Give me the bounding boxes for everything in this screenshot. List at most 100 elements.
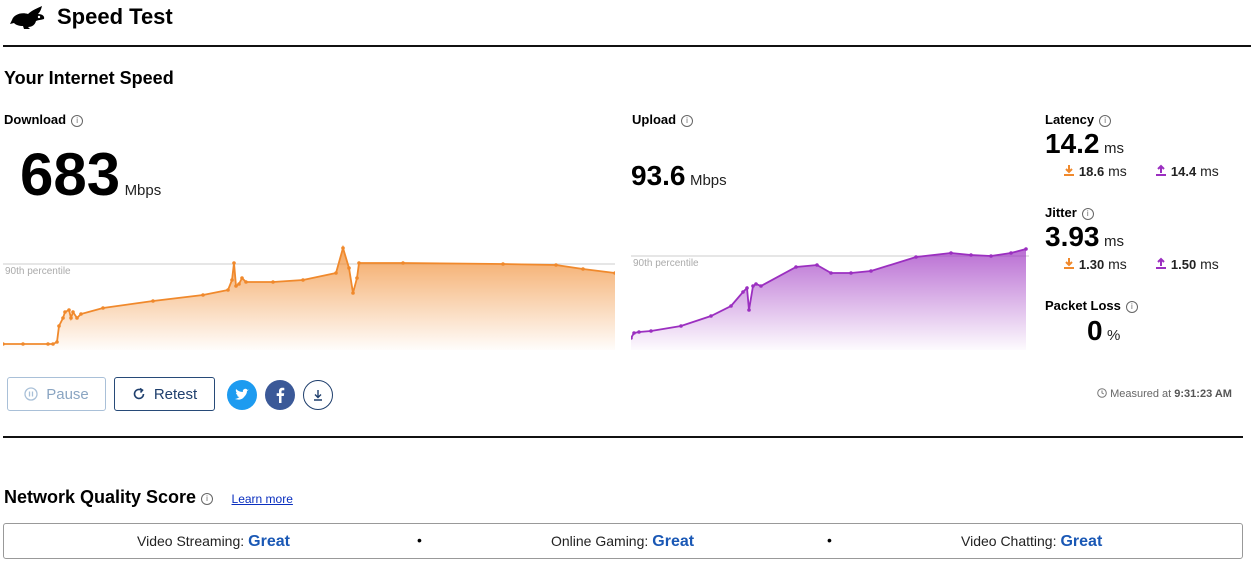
latency-up-value: 14.4 <box>1170 164 1197 179</box>
download-results-button[interactable] <box>303 380 333 410</box>
download-arrow-icon <box>1064 258 1074 269</box>
chart-point <box>234 284 238 288</box>
latency-down-unit: ms <box>1108 163 1127 179</box>
network-quality-header: Network Quality Score i Learn more <box>4 487 293 508</box>
chart-point <box>729 304 733 308</box>
upload-percentile-label: 90th percentile <box>633 258 699 269</box>
section-divider <box>3 436 1243 438</box>
pause-icon <box>24 387 38 401</box>
quality-label: Video Streaming: <box>137 533 245 549</box>
download-readout: 683 Mbps <box>20 140 161 209</box>
chart-point <box>1024 247 1028 251</box>
chart-point <box>581 267 585 271</box>
latency-up-unit: ms <box>1200 163 1219 179</box>
chart-point <box>237 282 241 286</box>
chart-point <box>61 316 65 320</box>
rabbit-logo-icon <box>10 6 45 29</box>
info-icon[interactable]: i <box>201 492 214 505</box>
packet-loss-label-row: Packet Loss i <box>1045 298 1138 313</box>
chart-point <box>79 312 83 316</box>
chart-point <box>230 278 234 282</box>
chart-point <box>351 291 355 295</box>
video-streaming-score: Video Streaming: Great <box>137 533 290 551</box>
info-icon[interactable]: i <box>1125 300 1138 313</box>
chart-point <box>815 263 819 267</box>
upload-label: Upload <box>632 112 677 127</box>
chart-point <box>632 331 636 335</box>
chart-point <box>347 266 351 270</box>
chart-point <box>1009 251 1013 255</box>
info-icon[interactable]: i <box>71 114 84 127</box>
chart-point <box>754 282 758 286</box>
info-icon[interactable]: i <box>1099 114 1112 127</box>
download-value: 683 <box>20 141 121 208</box>
measured-prefix: Measured at <box>1110 388 1172 400</box>
chart-point <box>357 261 361 265</box>
chart-point <box>57 324 61 328</box>
network-quality-box: Video Streaming: Great • Online Gaming: Gr… <box>3 523 1243 559</box>
chart-point <box>401 261 405 265</box>
quality-label: Online Gaming: <box>551 533 649 549</box>
latency-value: 14.2 <box>1045 128 1100 159</box>
learn-more-link[interactable]: Learn more <box>232 492 293 506</box>
download-percentile-label: 90th percentile <box>5 266 71 277</box>
chart-point <box>151 299 155 303</box>
latency-up: 14.4 ms <box>1155 163 1219 179</box>
chart-point <box>71 310 75 314</box>
chart-point <box>794 265 798 269</box>
jitter-unit: ms <box>1103 233 1124 250</box>
chart-point <box>226 288 230 292</box>
chart-point <box>240 276 244 280</box>
chart-point <box>201 293 205 297</box>
twitter-icon <box>235 388 249 400</box>
latency-readout: 14.2 ms <box>1045 128 1124 160</box>
quality-value: Great <box>248 533 290 550</box>
latency-down-value: 18.6 <box>1078 164 1105 179</box>
retest-icon <box>133 387 145 400</box>
chart-point <box>637 330 641 334</box>
chart-point <box>554 263 558 267</box>
separator-dot: • <box>827 532 832 548</box>
chart-point <box>101 306 105 310</box>
jitter-down: 1.30 ms <box>1063 256 1127 272</box>
quality-value: Great <box>1060 533 1103 550</box>
app-title: Speed Test <box>57 4 173 29</box>
chart-point <box>301 278 305 282</box>
chart-point <box>271 280 275 284</box>
chart-point <box>69 316 73 320</box>
upload-label-row: Upload i <box>632 112 694 127</box>
chart-point <box>989 254 993 258</box>
separator-dot: • <box>417 532 422 548</box>
chart-point <box>75 316 79 320</box>
retest-label: Retest <box>153 385 198 403</box>
chart-point <box>849 271 853 275</box>
packet-loss-label: Packet Loss <box>1045 298 1121 313</box>
info-icon[interactable]: i <box>681 114 694 127</box>
download-label: Download <box>4 112 67 127</box>
header-divider <box>3 45 1251 47</box>
download-label-row: Download i <box>4 112 84 127</box>
quality-label: Video Chatting: <box>961 533 1057 549</box>
twitter-share-button[interactable] <box>227 380 257 410</box>
chart-point <box>745 286 749 290</box>
chart-point <box>949 251 953 255</box>
retest-button[interactable]: Retest <box>114 377 215 411</box>
chart-point <box>759 284 763 288</box>
chart-point <box>341 246 345 250</box>
chart-point <box>51 342 55 346</box>
jitter-readout: 3.93 ms <box>1045 221 1124 253</box>
download-icon <box>314 390 322 401</box>
upload-value: 93.6 <box>631 160 686 191</box>
jitter-value: 3.93 <box>1045 221 1100 252</box>
chart-point <box>501 262 505 266</box>
network-quality-title: Network Quality Score <box>4 487 197 507</box>
pause-button[interactable]: Pause <box>7 377 106 411</box>
download-area <box>3 248 615 350</box>
clock-icon <box>1097 388 1107 398</box>
facebook-share-button[interactable] <box>265 380 295 410</box>
measured-at: Measured at 9:31:23 AM <box>1097 388 1232 400</box>
chart-point <box>751 284 755 288</box>
download-chart <box>3 244 615 350</box>
info-icon[interactable]: i <box>1081 207 1094 220</box>
chart-point <box>649 329 653 333</box>
